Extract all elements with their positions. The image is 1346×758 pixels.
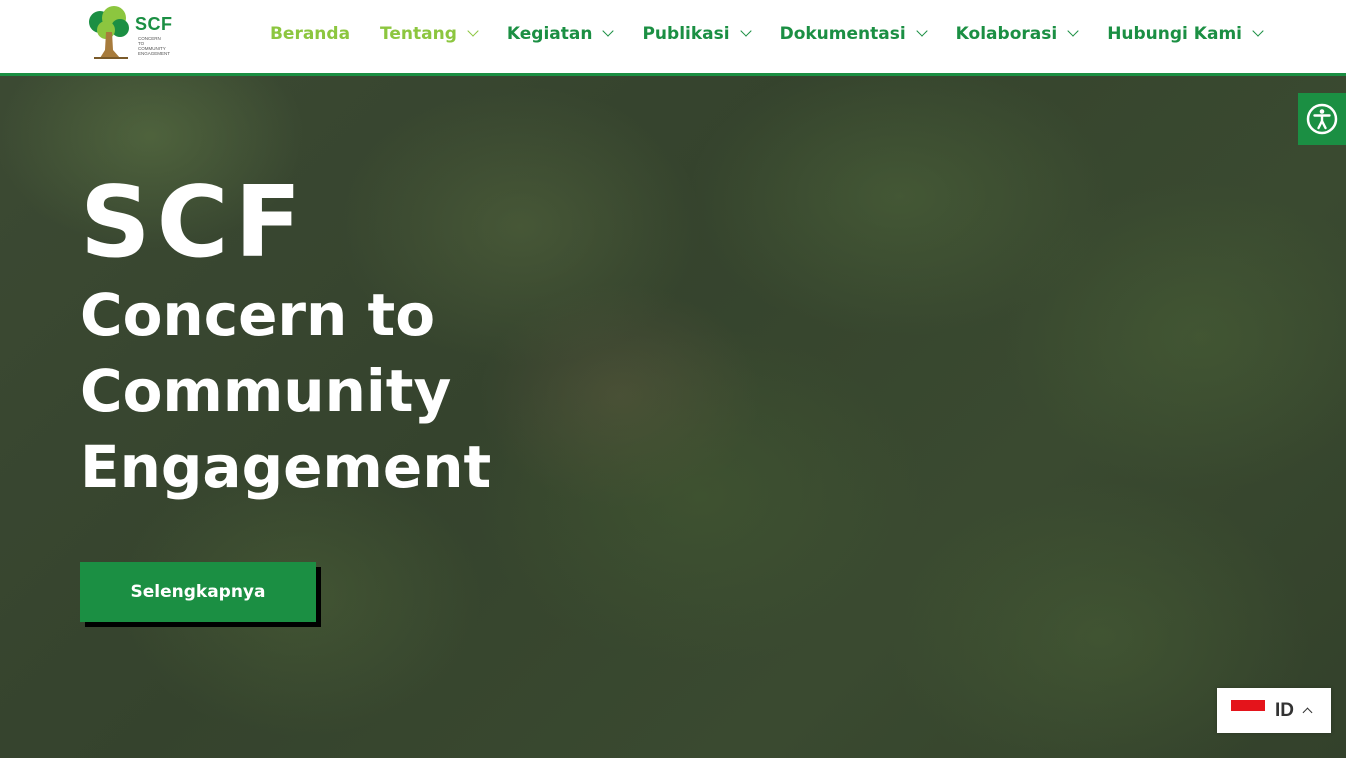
nav-item-label: Dokumentasi	[779, 24, 906, 44]
chevron-down-icon	[1252, 25, 1264, 37]
nav-item-tentang[interactable]: Tentang	[380, 24, 479, 44]
nav-item-beranda[interactable]: Beranda	[270, 24, 350, 44]
language-code: ID	[1275, 699, 1294, 721]
nav-item-publikasi[interactable]: Publikasi	[642, 24, 752, 44]
chevron-down-icon	[1067, 25, 1079, 37]
nav-item-label: Publikasi	[642, 24, 730, 44]
chevron-down-icon	[467, 25, 479, 37]
flag-red-stripe	[1231, 699, 1265, 711]
hero-text: SCF Concern to Community Engagement	[80, 171, 560, 505]
nav-item-label: Beranda	[269, 24, 351, 44]
flag-white-stripe	[1231, 710, 1265, 722]
selengkapnya-button[interactable]: Selengkapnya	[80, 562, 316, 622]
chevron-down-icon	[916, 25, 928, 37]
nav-item-hubungi-kami[interactable]: Hubungi Kami	[1107, 24, 1264, 44]
hero-section: SCF Concern to Community Engagement Sele…	[0, 76, 1346, 758]
site-header: SCF CONCERN TO COMMUNITY ENGAGEMENT Bera…	[0, 0, 1346, 76]
hero-title: SCF	[80, 166, 308, 280]
nav-item-label: Kegiatan	[506, 24, 593, 44]
chevron-up-icon	[1302, 707, 1313, 718]
chevron-down-icon	[739, 25, 752, 37]
indonesia-flag-icon	[1231, 699, 1265, 722]
logo-text: SCF	[135, 14, 173, 34]
chevron-down-icon	[602, 25, 615, 37]
nav-item-label: Hubungi Kami	[1107, 24, 1242, 44]
nav-item-kegiatan[interactable]: Kegiatan	[506, 24, 615, 44]
nav-item-dokumentasi[interactable]: Dokumentasi	[779, 24, 928, 44]
logo-subtext-line: ENGAGEMENT	[138, 51, 171, 56]
site-logo[interactable]: SCF CONCERN TO COMMUNITY ENGAGEMENT	[86, 6, 176, 64]
hero-subtitle: Concern to Community Engagement	[80, 281, 492, 501]
nav-item-label: Tentang	[380, 24, 457, 44]
accessibility-icon	[1306, 103, 1338, 135]
logo-subtext: CONCERN TO COMMUNITY ENGAGEMENT	[138, 36, 178, 56]
nav-item-kolaborasi[interactable]: Kolaborasi	[955, 24, 1079, 44]
language-switcher[interactable]: ID	[1217, 688, 1331, 733]
tree-logo-icon	[89, 6, 129, 59]
nav-item-label: Kolaborasi	[955, 24, 1058, 44]
accessibility-button[interactable]	[1298, 93, 1346, 145]
main-nav: Beranda Tentang Kegiatan Publikasi Dokum…	[240, 20, 1264, 48]
